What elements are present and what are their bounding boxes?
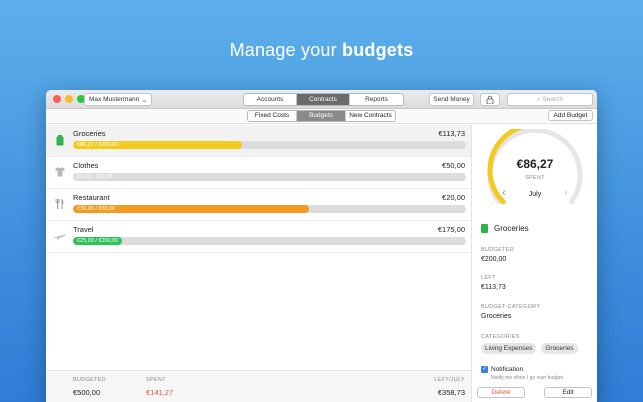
summary-left: LEFT/JULY €358,73 <box>434 377 465 397</box>
grocery-bag-icon <box>56 135 64 146</box>
tab-fixed-costs[interactable]: Fixed Costs <box>248 111 297 121</box>
budget-progress-label: €30,00 / €50,00 <box>77 205 116 212</box>
budget-progress-label: €86,27 / €200,00 <box>77 141 119 148</box>
detail-categories: CATEGORIES Living Expenses Groceries <box>481 334 578 354</box>
budget-detail-panel: €86,27 SPENT ‹ July › Groceries BUDGETED… <box>471 124 597 402</box>
lock-icon <box>486 95 494 105</box>
category-chip[interactable]: Living Expenses <box>481 343 537 354</box>
grocery-bag-icon <box>481 224 488 233</box>
edit-button[interactable]: Edit <box>544 387 592 398</box>
budget-list: Groceries €113,73 €86,27 / €200,00 Cloth… <box>46 125 471 402</box>
summary-left-value: €358,73 <box>437 388 465 397</box>
sub-toolbar: Fixed Costs Budgets New Contracts Add Bu… <box>46 109 597 124</box>
headline-regular: Manage your <box>229 40 343 60</box>
budget-progress-bar: €30,00 / €50,00 <box>73 205 466 213</box>
chevron-down-icon: ⌄ <box>141 97 147 104</box>
budget-name: Clothes <box>73 161 99 170</box>
notification-checkbox[interactable]: ✓ <box>481 366 488 373</box>
cutlery-icon <box>55 199 64 209</box>
notification-description: Notify me when I go over budget. <box>491 375 565 381</box>
detail-budgeted: BUDGETED €200,00 <box>481 247 514 263</box>
app-window: Max Mustermann ⌄ Accounts Contracts Repo… <box>46 90 597 402</box>
send-money-button[interactable]: Send Money <box>429 93 474 106</box>
budget-progress-bar: €0,00 / €50,00 <box>73 173 466 181</box>
summary-spent-value: €141,27 <box>146 388 174 397</box>
tab-accounts[interactable]: Accounts <box>244 94 297 105</box>
summary-left-label: LEFT/JULY <box>434 377 465 383</box>
tab-contracts[interactable]: Contracts <box>297 94 350 105</box>
airplane-icon <box>54 234 66 240</box>
spent-gauge: €86,27 SPENT ‹ July › <box>480 124 590 217</box>
close-window-button[interactable] <box>53 95 61 103</box>
detail-title-text: Groceries <box>494 224 529 233</box>
budget-progress-label: €25,00 / €200,00 <box>77 237 119 244</box>
category-chips: Living Expenses Groceries <box>481 343 578 354</box>
add-budget-button[interactable]: Add Budget <box>548 110 593 121</box>
title-bar: Max Mustermann ⌄ Accounts Contracts Repo… <box>46 90 597 109</box>
budget-progress-label: €0,00 / €50,00 <box>77 173 113 180</box>
search-input[interactable]: ⌕ Search <box>507 93 593 106</box>
shirt-icon <box>55 167 65 177</box>
detail-category-label: BUDGET-CATEGORY <box>481 304 541 310</box>
summary-budgeted-value: €500,00 <box>73 388 101 397</box>
user-select[interactable]: Max Mustermann ⌄ <box>84 93 152 106</box>
gauge-month: July <box>528 191 542 198</box>
budget-progress-bar: €86,27 / €200,00 <box>73 141 466 149</box>
gauge-arc <box>487 124 583 205</box>
budget-row-restaurant[interactable]: Restaurant €20,00 €30,00 / €50,00 <box>46 189 471 221</box>
budget-name: Groceries <box>73 129 106 138</box>
budget-row-groceries[interactable]: Groceries €113,73 €86,27 / €200,00 <box>46 125 471 157</box>
budget-name: Travel <box>73 225 94 234</box>
chevron-right-icon[interactable]: › <box>564 187 568 199</box>
category-chip[interactable]: Groceries <box>541 343 578 354</box>
detail-category: BUDGET-CATEGORY Groceries <box>481 304 540 320</box>
detail-categories-label: CATEGORIES <box>481 334 520 340</box>
detail-left-label: LEFT <box>481 275 496 281</box>
summary-budgeted-label: BUDGETED <box>73 377 106 383</box>
budget-row-clothes[interactable]: Clothes €50,00 €0,00 / €50,00 <box>46 157 471 189</box>
detail-category-value: Groceries <box>481 313 512 320</box>
headline-bold: budgets <box>342 40 414 60</box>
tab-reports[interactable]: Reports <box>350 94 403 105</box>
page-headline: Manage your budgets <box>0 40 643 61</box>
budget-amount: €20,00 <box>442 193 465 202</box>
window-controls <box>53 95 85 103</box>
detail-budgeted-label: BUDGETED <box>481 247 514 253</box>
contract-tabs: Fixed Costs Budgets New Contracts <box>247 110 396 122</box>
tab-new-contracts[interactable]: New Contracts <box>346 111 395 121</box>
search-icon: ⌕ <box>536 96 541 103</box>
budget-progress-bar: €25,00 / €200,00 <box>73 237 466 245</box>
budget-amount: €113,73 <box>438 129 465 138</box>
detail-left: LEFT €113,73 <box>481 275 506 291</box>
tab-budgets[interactable]: Budgets <box>297 111 346 121</box>
budget-row-travel[interactable]: Travel €175,00 €25,00 / €200,00 <box>46 221 471 253</box>
summary-budgeted: BUDGETED €500,00 <box>73 377 106 397</box>
search-placeholder: Search <box>542 96 564 103</box>
detail-title: Groceries <box>481 224 529 233</box>
main-tabs: Accounts Contracts Reports <box>243 93 404 106</box>
detail-left-value: €113,73 <box>481 284 506 291</box>
detail-budgeted-value: €200,00 <box>481 256 507 263</box>
budget-amount: €175,00 <box>437 225 465 234</box>
lock-button[interactable] <box>480 93 500 106</box>
notification-label: Notification <box>491 366 524 373</box>
gauge-amount: €86,27 <box>516 157 554 171</box>
summary-spent: SPENT €141,27 <box>146 377 173 397</box>
content-area: Groceries €113,73 €86,27 / €200,00 Cloth… <box>46 124 597 402</box>
budget-summary: BUDGETED €500,00 SPENT €141,27 LEFT/JULY… <box>46 370 471 402</box>
user-select-label: Max Mustermann <box>89 96 140 103</box>
notification-option: ✓ Notification Notify me when I go over … <box>481 366 564 381</box>
summary-spent-label: SPENT <box>146 377 166 383</box>
gauge-label: SPENT <box>525 175 545 181</box>
budget-name: Restaurant <box>73 193 110 202</box>
delete-button[interactable]: Delete <box>477 387 525 398</box>
minimize-window-button[interactable] <box>65 95 73 103</box>
budget-amount: €50,00 <box>442 161 465 170</box>
